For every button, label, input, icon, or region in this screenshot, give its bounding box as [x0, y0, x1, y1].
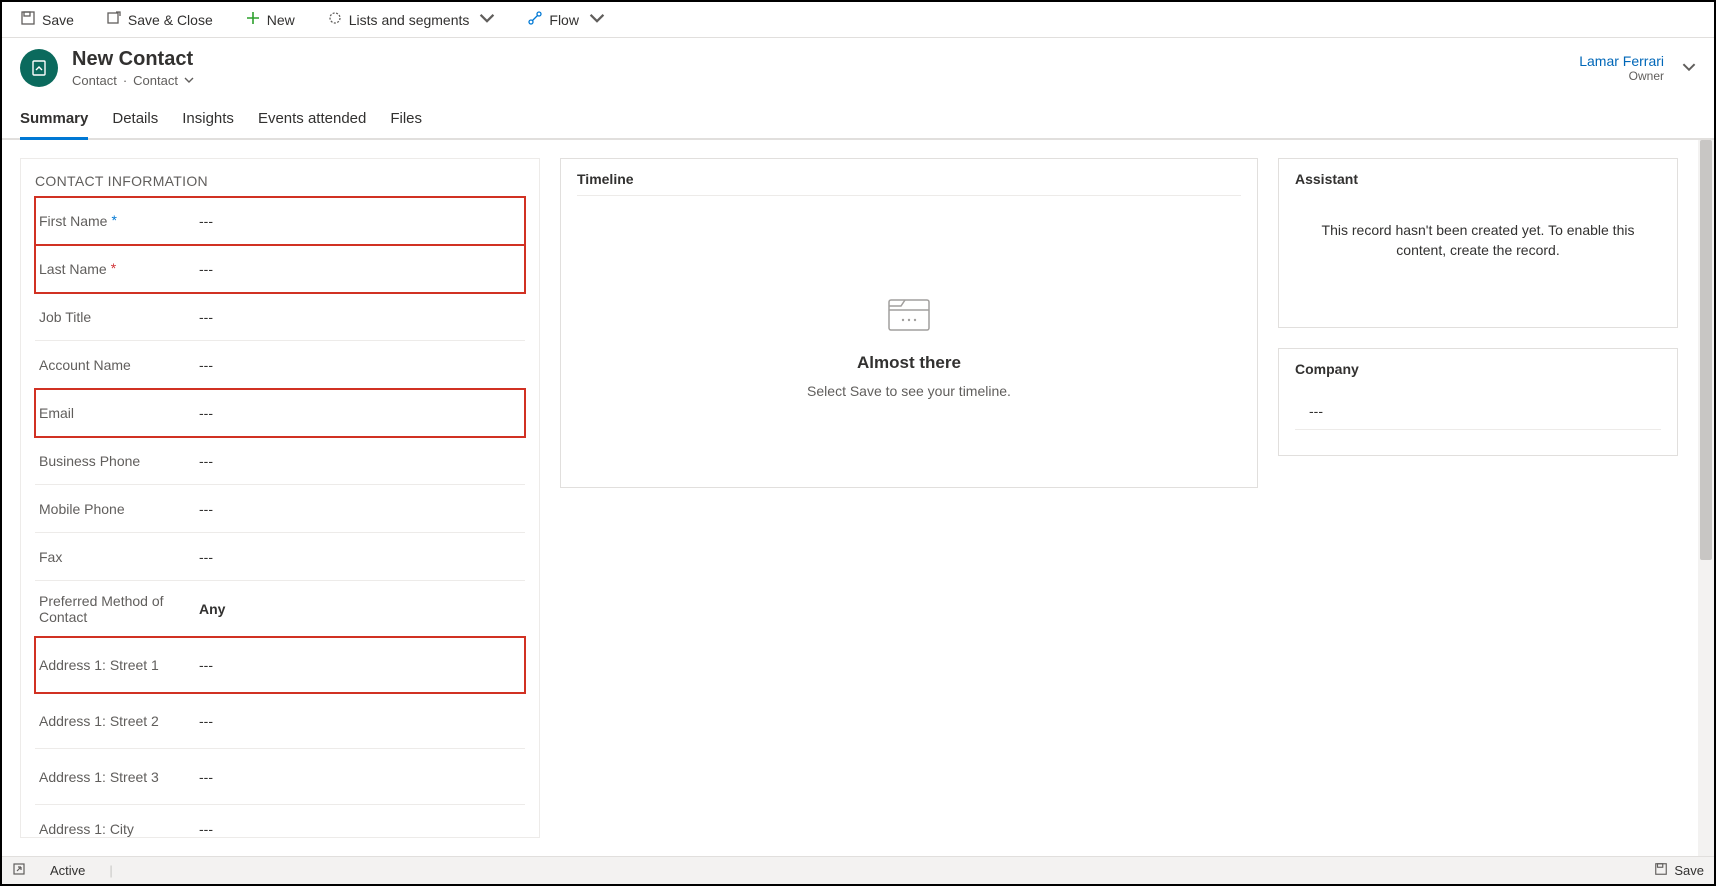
- timeline-sub: Select Save to see your timeline.: [807, 383, 1011, 399]
- form-label: Address 1: Street 1: [39, 657, 199, 673]
- tab-bar: Summary Details Insights Events attended…: [2, 102, 1714, 140]
- form-value[interactable]: ---: [199, 405, 521, 421]
- tab-insights[interactable]: Insights: [182, 102, 234, 140]
- footer-save-button[interactable]: Save: [1654, 862, 1704, 879]
- command-bar: Save Save & Close New Lists and segments…: [2, 2, 1714, 38]
- form-value[interactable]: ---: [199, 713, 521, 729]
- popout-icon[interactable]: [12, 862, 26, 879]
- form-label: Job Title: [39, 309, 199, 325]
- folder-icon: [881, 292, 937, 343]
- tab-files[interactable]: Files: [390, 102, 422, 140]
- timeline-title: Timeline: [577, 171, 1241, 196]
- assistant-title: Assistant: [1295, 171, 1661, 187]
- form-value[interactable]: ---: [199, 821, 521, 837]
- flow-icon: [527, 10, 543, 29]
- form-label: Business Phone: [39, 453, 199, 469]
- flow-label: Flow: [549, 12, 579, 28]
- scrollbar[interactable]: [1698, 140, 1714, 856]
- lists-segments-button[interactable]: Lists and segments: [321, 8, 502, 31]
- form-label: Email: [39, 405, 199, 421]
- form-row[interactable]: Email---: [35, 389, 525, 437]
- form-row[interactable]: Job Title---: [35, 293, 525, 341]
- form-label: Last Name*: [39, 261, 199, 277]
- owner-name: Lamar Ferrari: [1579, 53, 1664, 69]
- owner-label: Owner: [1579, 69, 1664, 83]
- content-area: CONTACT INFORMATION First Name*---Last N…: [2, 140, 1714, 856]
- form-row[interactable]: Fax---: [35, 533, 525, 581]
- form-value[interactable]: ---: [199, 357, 521, 373]
- form-value[interactable]: ---: [199, 501, 521, 517]
- form-row[interactable]: Address 1: Street 3---: [35, 749, 525, 805]
- form-value[interactable]: ---: [199, 213, 521, 229]
- form-name[interactable]: Contact: [133, 73, 178, 88]
- flow-button[interactable]: Flow: [521, 8, 611, 31]
- form-row[interactable]: Address 1: City---: [35, 805, 525, 838]
- company-value[interactable]: ---: [1295, 393, 1661, 430]
- form-row[interactable]: Address 1: Street 2---: [35, 693, 525, 749]
- owner-block[interactable]: Lamar Ferrari Owner: [1579, 53, 1664, 83]
- form-row[interactable]: Preferred Method of ContactAny: [35, 581, 525, 637]
- form-row[interactable]: Mobile Phone---: [35, 485, 525, 533]
- timeline-panel: Timeline Almost there Select Save to see…: [560, 158, 1258, 488]
- form-label: Address 1: Street 3: [39, 769, 199, 785]
- lists-icon: [327, 10, 343, 29]
- footer-save-label: Save: [1674, 863, 1704, 878]
- new-label: New: [267, 12, 295, 28]
- form-label: First Name*: [39, 213, 199, 229]
- form-row[interactable]: Last Name*---: [35, 245, 525, 293]
- form-value[interactable]: ---: [199, 657, 521, 673]
- tab-summary[interactable]: Summary: [20, 102, 88, 140]
- form-value[interactable]: ---: [199, 769, 521, 785]
- form-value[interactable]: ---: [199, 453, 521, 469]
- assistant-message: This record hasn't been created yet. To …: [1295, 203, 1661, 260]
- form-label: Fax: [39, 549, 199, 565]
- company-title: Company: [1295, 361, 1661, 377]
- save-button[interactable]: Save: [14, 8, 80, 31]
- entity-name: Contact: [72, 73, 117, 88]
- save-close-button[interactable]: Save & Close: [100, 8, 219, 31]
- contact-information-panel: CONTACT INFORMATION First Name*---Last N…: [20, 158, 540, 838]
- section-title: CONTACT INFORMATION: [35, 173, 525, 189]
- form-row[interactable]: Account Name---: [35, 341, 525, 389]
- form-label: Mobile Phone: [39, 501, 199, 517]
- timeline-heading: Almost there: [857, 353, 961, 373]
- chevron-down-icon: [479, 10, 495, 29]
- entity-avatar: [20, 49, 58, 87]
- form-label: Preferred Method of Contact: [39, 593, 199, 625]
- assistant-card: Assistant This record hasn't been create…: [1278, 158, 1678, 328]
- lists-label: Lists and segments: [349, 12, 470, 28]
- tab-events-attended[interactable]: Events attended: [258, 102, 366, 140]
- save-label: Save: [42, 12, 74, 28]
- chevron-down-icon[interactable]: [1682, 60, 1696, 77]
- new-button[interactable]: New: [239, 8, 301, 31]
- form-row[interactable]: Business Phone---: [35, 437, 525, 485]
- form-value[interactable]: ---: [199, 309, 521, 325]
- form-label: Account Name: [39, 357, 199, 373]
- company-card: Company ---: [1278, 348, 1678, 456]
- form-value[interactable]: Any: [199, 601, 521, 617]
- form-label: Address 1: City: [39, 821, 199, 837]
- tab-details[interactable]: Details: [112, 102, 158, 140]
- save-close-icon: [106, 10, 122, 29]
- scroll-thumb[interactable]: [1700, 140, 1712, 560]
- status-bar: Active | Save: [2, 856, 1714, 884]
- form-label: Address 1: Street 2: [39, 713, 199, 729]
- status-text: Active: [50, 863, 85, 878]
- page-title: New Contact: [72, 48, 194, 71]
- save-icon: [20, 10, 36, 29]
- form-row[interactable]: Address 1: Street 1---: [35, 637, 525, 693]
- save-icon: [1654, 862, 1668, 879]
- save-close-label: Save & Close: [128, 12, 213, 28]
- required-icon: *: [111, 261, 116, 275]
- form-value[interactable]: ---: [199, 261, 521, 277]
- chevron-down-icon: [589, 10, 605, 29]
- record-header: New Contact Contact · Contact Lamar Ferr…: [2, 38, 1714, 88]
- form-row[interactable]: First Name*---: [35, 197, 525, 245]
- required-recommended-icon: *: [111, 213, 116, 227]
- chevron-down-icon[interactable]: [184, 73, 194, 88]
- form-value[interactable]: ---: [199, 549, 521, 565]
- plus-icon: [245, 10, 261, 29]
